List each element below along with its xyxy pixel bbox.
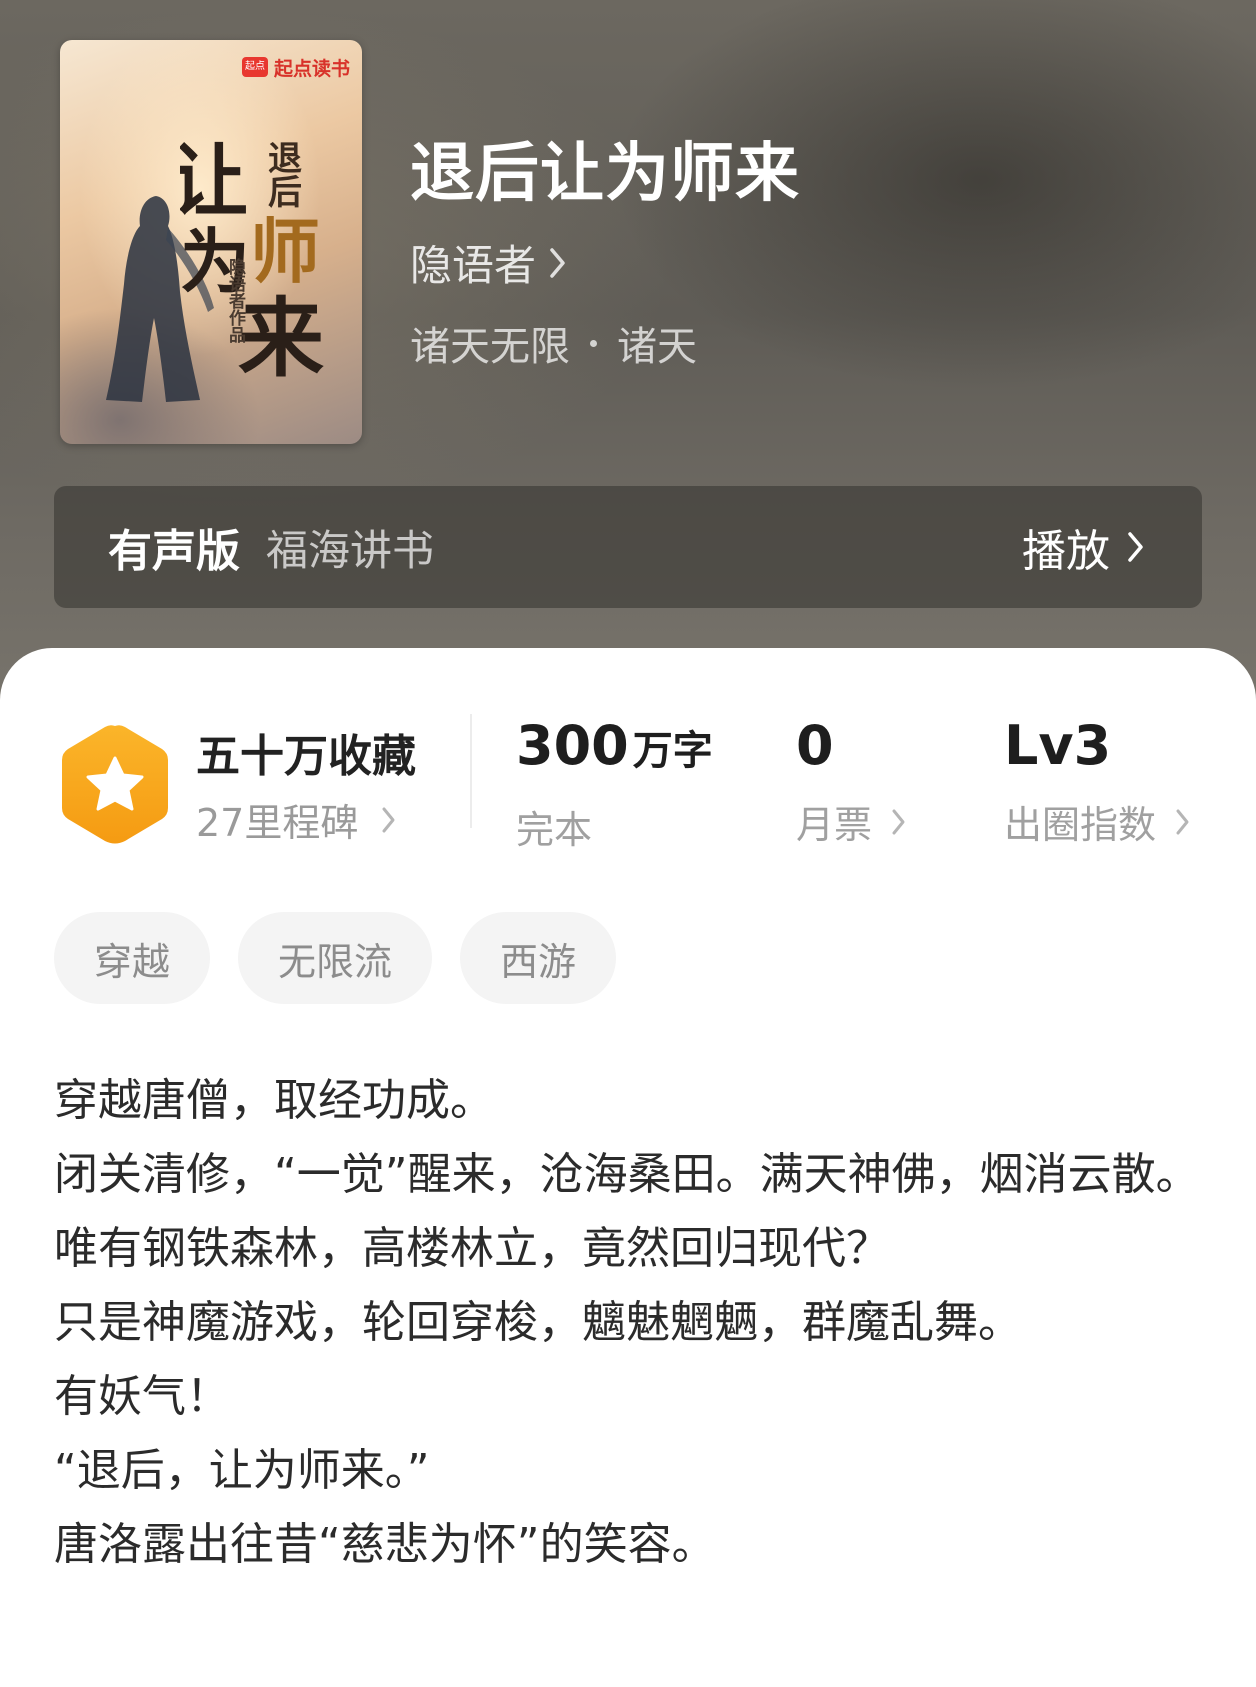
stats-divider: [470, 714, 472, 828]
milestones-link[interactable]: 27里程碑: [196, 792, 398, 847]
publisher-logo: 起点 起点读书: [241, 54, 350, 80]
synopsis-line: 只是神魔游戏，轮回穿梭，魑魅魍魉，群魔乱舞。: [54, 1297, 1022, 1348]
tag-chip[interactable]: 西游: [460, 912, 617, 1004]
word-count-stat: 300 万字 完本: [516, 716, 713, 854]
book-title: 退后让为师来: [410, 136, 800, 211]
cover-title-char-3: 让: [180, 136, 248, 227]
book-cover[interactable]: 起点 起点读书 退 后 让 为 师 来 隐语者作品: [60, 40, 362, 444]
chevron-right-icon: [1128, 532, 1143, 562]
publisher-logo-text: 起点读书: [273, 57, 350, 80]
publisher-logo-mark: 起点: [241, 57, 268, 77]
circle-index-label: 出圈指数: [1004, 803, 1157, 847]
cover-title-char-2: 后: [268, 173, 302, 213]
milestones-label: 27里程碑: [196, 801, 359, 845]
synopsis-line: 唯有钢铁森林，高楼林立，竟然回归现代？: [54, 1223, 890, 1274]
cover-calligraphy-title: 退 后 让 为 师 来: [180, 136, 324, 389]
chevron-right-icon: [1176, 809, 1189, 834]
tag-chip[interactable]: 穿越: [54, 912, 211, 1004]
audiobook-narrator: 福海讲书: [266, 525, 435, 575]
tag-chip[interactable]: 无限流: [238, 912, 433, 1004]
circle-index-value: Lv3: [1004, 714, 1112, 777]
play-button[interactable]: 播放: [1022, 515, 1146, 579]
synopsis-line: “退后，让为师来。”: [54, 1445, 430, 1496]
synopsis-line: 闭关清修，“一觉”醒来，沧海桑田。满天神佛，烟消云散。: [54, 1149, 1200, 1200]
book-synopsis[interactable]: 穿越唐僧，取经功成。 闭关清修，“一觉”醒来，沧海桑田。满天神佛，烟消云散。 唯…: [54, 1064, 1204, 1582]
star-badge-icon[interactable]: [58, 722, 172, 846]
author-name: 隐语者: [410, 241, 537, 290]
audiobook-label: 有声版: [108, 526, 240, 577]
author-link[interactable]: 隐语者: [410, 232, 568, 293]
synopsis-line: 有妖气！: [54, 1371, 230, 1422]
cover-title-char-6: 来: [238, 288, 324, 389]
cover-title-char-5: 师: [250, 210, 320, 293]
cover-author-stamp: 隐语者作品: [225, 258, 245, 343]
genre-secondary[interactable]: 诸天: [617, 314, 697, 372]
chevron-right-icon: [892, 809, 905, 834]
genre-row: 诸天无限 诸天: [410, 314, 697, 372]
collection-count[interactable]: 五十万收藏: [196, 720, 416, 784]
synopsis-line: 唐洛露出往昔“慈悲为怀”的笑容。: [54, 1519, 716, 1570]
tag-list: 穿越 无限流 西游: [54, 912, 617, 1004]
monthly-ticket-stat[interactable]: 0 月票: [796, 716, 908, 849]
synopsis-line: 穿越唐僧，取经功成。: [54, 1075, 494, 1126]
separator-dot: [590, 339, 597, 347]
word-count-value: 300: [516, 714, 629, 777]
monthly-ticket-label: 月票: [796, 803, 873, 847]
play-label: 播放: [1022, 526, 1110, 577]
audiobook-bar[interactable]: 有声版 福海讲书 播放: [54, 486, 1202, 608]
word-count-unit: 万字: [632, 728, 713, 774]
completion-status: 完本: [516, 808, 593, 852]
monthly-ticket-value: 0: [796, 714, 834, 777]
chevron-right-icon: [550, 247, 565, 278]
chevron-right-icon: [382, 807, 395, 832]
genre-primary[interactable]: 诸天无限: [410, 314, 570, 372]
circle-index-stat[interactable]: Lv3 出圈指数: [1004, 716, 1192, 849]
